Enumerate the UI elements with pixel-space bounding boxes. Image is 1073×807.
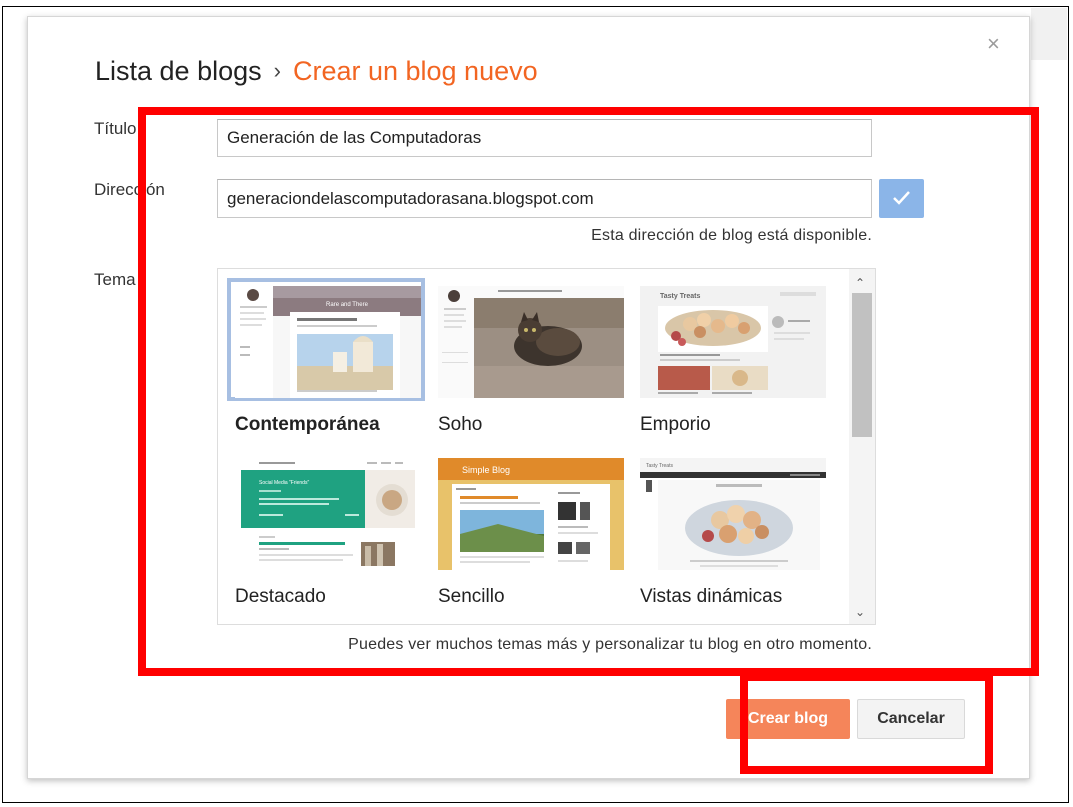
annotation-highlight-form — [138, 107, 1039, 676]
title-label: Título — [94, 119, 137, 138]
breadcrumb-parent-link[interactable]: Lista de blogs — [95, 56, 262, 86]
close-icon[interactable]: × — [987, 33, 1000, 55]
breadcrumb-separator: › — [273, 58, 281, 83]
page-title: Crear un blog nuevo — [292, 56, 538, 86]
theme-label: Tema — [94, 270, 136, 289]
breadcrumb: Lista de blogs › Crear un blog nuevo — [95, 56, 538, 87]
annotation-highlight-buttons — [740, 673, 993, 774]
background-page — [1031, 8, 1067, 60]
